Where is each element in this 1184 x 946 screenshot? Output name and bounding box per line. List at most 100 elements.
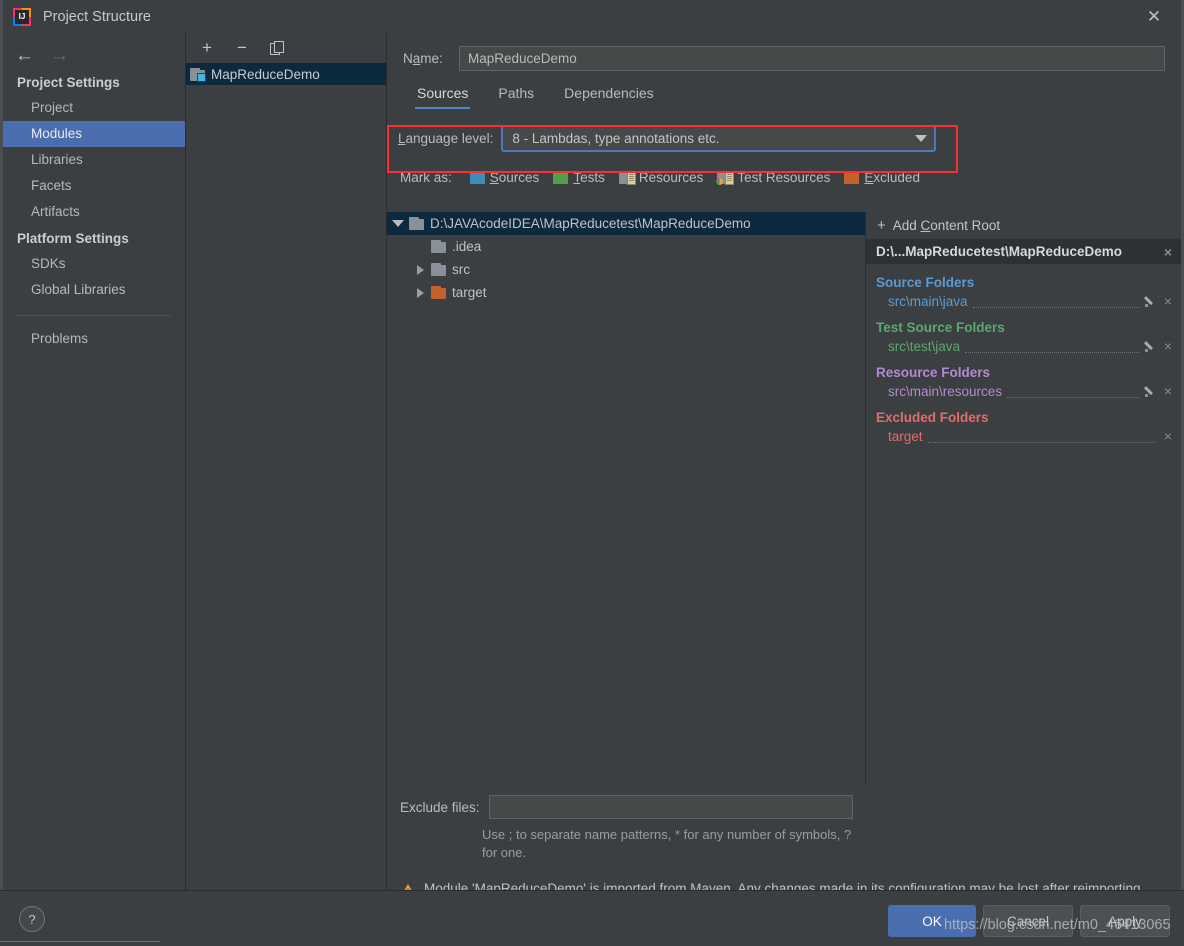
sidebar-item-modules[interactable]: Modules (3, 121, 185, 147)
folder-gray-icon (431, 240, 446, 253)
chevron-right-icon[interactable] (409, 265, 431, 275)
folder-resources-icon (618, 171, 636, 185)
tab-sources[interactable]: Sources (415, 83, 471, 109)
intellij-idea-icon: IJ (13, 7, 31, 26)
module-folder-icon (190, 67, 206, 82)
folder-tree: D:\JAVAcodeIDEA\MapReducetest\MapReduceD… (387, 212, 866, 783)
test-source-folders-title: Test Source Folders (876, 320, 1005, 335)
sidebar-item-sdks[interactable]: SDKs (3, 251, 185, 277)
dotted-leader (927, 430, 1156, 443)
module-tabs: Sources Paths Dependencies (387, 71, 1181, 109)
cancel-button[interactable]: Cancel (983, 905, 1073, 937)
nav-arrows: ← → (3, 33, 185, 69)
remove-module-button[interactable]: − (231, 37, 253, 59)
folder-gray-icon (409, 217, 424, 230)
test-source-folder-path: src\test\java (888, 338, 961, 354)
tree-row[interactable]: D:\JAVAcodeIDEA\MapReducetest\MapReduceD… (387, 212, 865, 235)
edit-pencil-icon[interactable] (1144, 385, 1159, 398)
remove-excluded-folder-icon[interactable]: × (1161, 428, 1175, 444)
chevron-right-icon[interactable] (409, 288, 431, 298)
tab-dependencies[interactable]: Dependencies (562, 83, 656, 109)
test-source-folders-group: Test Source Folders src\test\java × (866, 309, 1181, 354)
module-editor-panel: Name: Sources Paths Dependencies Languag… (387, 33, 1181, 898)
folder-gray-icon (431, 263, 446, 276)
folder-test-resources-icon (716, 171, 735, 185)
close-icon[interactable]: ✕ (1141, 5, 1167, 29)
add-content-root-button[interactable]: + Add Content Root (866, 212, 1181, 239)
resource-folders-title: Resource Folders (876, 365, 991, 380)
tree-row-label: src (452, 262, 470, 277)
mark-as-sources-button[interactable]: Sources (469, 170, 540, 185)
module-name-field-label: Name: (403, 51, 443, 66)
title-bar: IJ Project Structure ✕ (3, 0, 1181, 33)
mark-as-tests-button[interactable]: Tests (553, 170, 605, 185)
module-list-item[interactable]: MapReduceDemo (186, 63, 386, 85)
content-root-path: D:\...MapReducetest\MapReduceDemo (876, 244, 1123, 259)
mark-as-excluded-label: Excluded (864, 170, 920, 185)
exclude-files-hint: Use ; to separate name patterns, * for a… (482, 827, 852, 860)
tree-row[interactable]: .idea (387, 235, 865, 258)
source-folders-title: Source Folders (876, 275, 975, 290)
sidebar-item-artifacts[interactable]: Artifacts (3, 199, 185, 225)
forward-arrow-icon[interactable]: → (50, 46, 69, 65)
sidebar-divider (17, 315, 171, 316)
exclude-files-input[interactable] (488, 795, 853, 819)
module-name-input[interactable] (459, 46, 1165, 71)
sidebar-group-project-settings: Project Settings (17, 75, 120, 90)
ok-button[interactable]: OK (888, 905, 976, 937)
mark-as-test-resources-label: Test Resources (737, 170, 831, 185)
mark-as-excluded-button[interactable]: Excluded (844, 170, 920, 185)
tree-row[interactable]: target (387, 281, 865, 304)
remove-resource-folder-icon[interactable]: × (1161, 383, 1175, 399)
mark-as-tests-label: Tests (573, 170, 605, 185)
language-level-value: 8 - Lambdas, type annotations etc. (512, 131, 720, 146)
content-root-details: + Add Content Root D:\...MapReducetest\M… (866, 212, 1181, 783)
chevron-down-icon[interactable] (387, 220, 409, 227)
copy-module-button[interactable] (266, 37, 288, 59)
tree-row-label: .idea (452, 239, 482, 254)
folder-blue-icon (469, 171, 485, 184)
dotted-leader (972, 295, 1139, 308)
exclude-files-section: Exclude files: Use ; to separate name pa… (387, 785, 865, 862)
sidebar-item-libraries[interactable]: Libraries (3, 147, 185, 173)
mark-as-test-resources-button[interactable]: Test Resources (716, 170, 831, 185)
language-level-select[interactable]: 8 - Lambdas, type annotations etc. (501, 125, 937, 152)
settings-sidebar: ← → Project Settings Project Modules Lib… (3, 33, 186, 890)
window-title: Project Structure (43, 8, 151, 25)
apply-button[interactable]: Apply (1080, 905, 1170, 937)
sidebar-item-global-libraries[interactable]: Global Libraries (3, 277, 185, 303)
tree-row-label: target (452, 285, 487, 300)
remove-test-source-folder-icon[interactable]: × (1161, 338, 1175, 354)
chevron-down-icon (908, 135, 934, 142)
project-structure-dialog: IJ Project Structure ✕ ← → Project Setti… (0, 0, 1184, 946)
module-name-label: MapReduceDemo (211, 66, 320, 82)
sidebar-item-problems[interactable]: Problems (3, 326, 185, 352)
copy-icon (270, 41, 284, 55)
content-roots-area: D:\JAVAcodeIDEA\MapReducetest\MapReduceD… (387, 212, 1181, 783)
tree-row-label: D:\JAVAcodeIDEA\MapReducetest\MapReduceD… (430, 216, 751, 231)
remove-content-root-icon[interactable]: × (1161, 244, 1175, 260)
plus-icon: + (877, 217, 886, 234)
mark-as-sources-label: Sources (489, 170, 540, 185)
excluded-folders-title: Excluded Folders (876, 410, 989, 425)
tab-paths[interactable]: Paths (496, 83, 536, 109)
module-list-panel: + − MapReduceDemo (186, 33, 387, 890)
source-folder-row: src\main\java × (876, 290, 1181, 309)
dotted-leader (965, 340, 1139, 353)
excluded-folder-row: target × (876, 425, 1181, 444)
source-folder-path: src\main\java (888, 293, 968, 309)
sidebar-item-project[interactable]: Project (3, 95, 185, 121)
back-arrow-icon[interactable]: ← (15, 46, 34, 65)
remove-source-folder-icon[interactable]: × (1161, 293, 1175, 309)
mark-as-resources-button[interactable]: Resources (618, 170, 703, 185)
module-name-row: Name: (387, 33, 1181, 71)
dotted-leader (1007, 385, 1139, 398)
tree-row[interactable]: src (387, 258, 865, 281)
resource-folder-row: src\main\resources × (876, 380, 1181, 399)
exclude-files-label: Exclude files: (400, 799, 480, 815)
help-button[interactable]: ? (19, 906, 45, 932)
add-module-button[interactable]: + (196, 37, 218, 59)
sidebar-item-facets[interactable]: Facets (3, 173, 185, 199)
edit-pencil-icon[interactable] (1144, 295, 1159, 308)
edit-pencil-icon[interactable] (1144, 340, 1159, 353)
